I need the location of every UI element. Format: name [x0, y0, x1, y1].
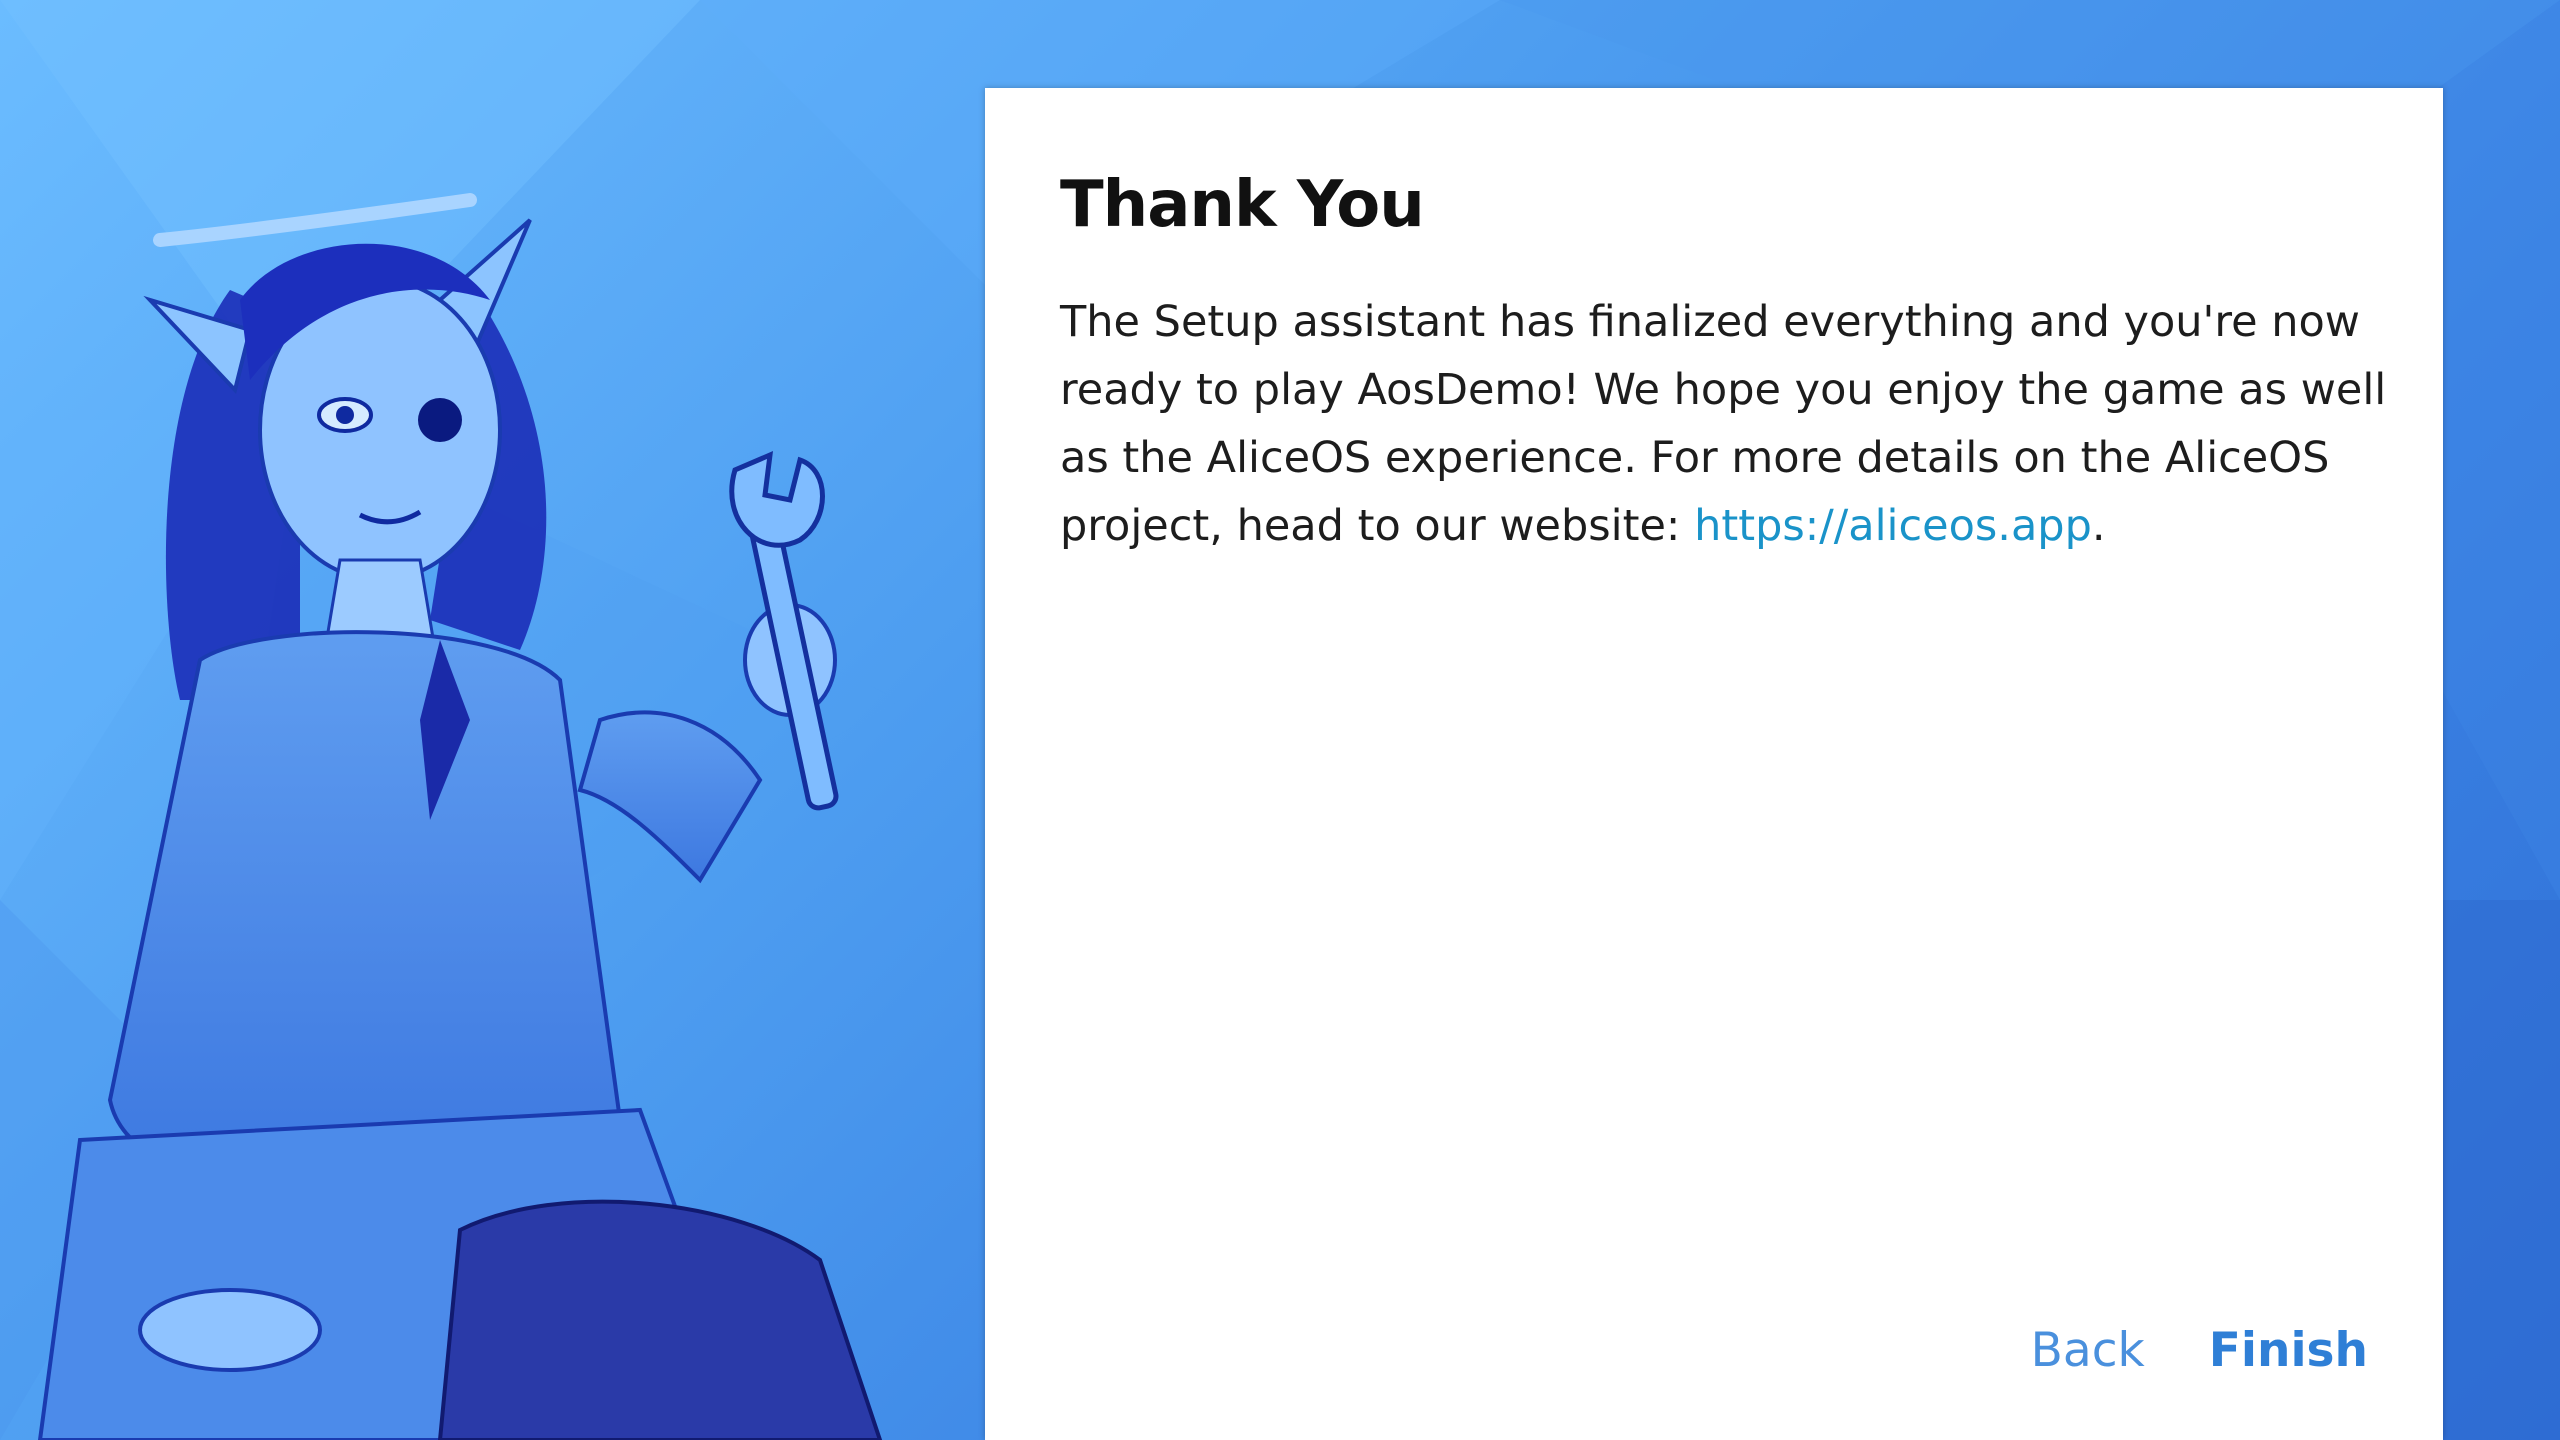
back-button[interactable]: Back [2031, 1323, 2145, 1378]
dialog-title: Thank You [1060, 168, 1425, 242]
website-link[interactable]: https://aliceos.app [1694, 501, 2092, 551]
dialog-body-part2: . [2091, 501, 2106, 551]
dialog-actions: Back Finish [2031, 1323, 2368, 1378]
finish-button[interactable]: Finish [2209, 1323, 2368, 1378]
setup-dialog: Thank You The Setup assistant has finali… [985, 88, 2443, 1440]
dialog-body-text: The Setup assistant has finalized everyt… [1060, 288, 2390, 560]
character-illustration [37, 193, 883, 1440]
